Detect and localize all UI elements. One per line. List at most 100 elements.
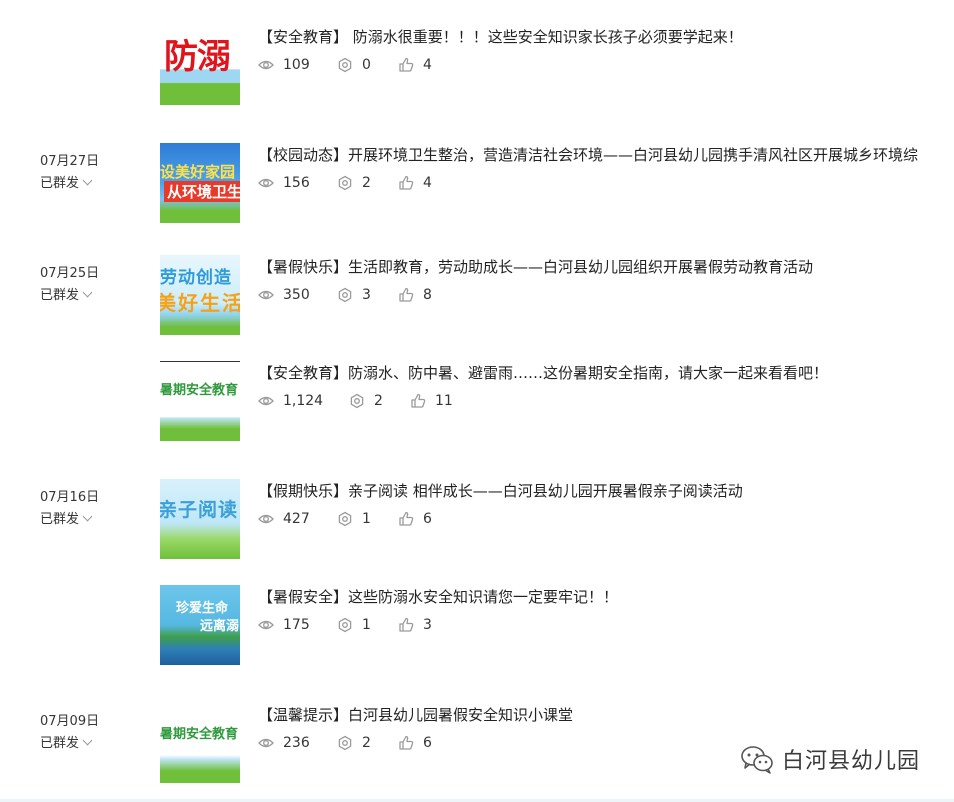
chevron-down-icon — [82, 511, 93, 522]
article-row: 防溺 【安全教育】 防溺水很重要！！！这些安全知识家长孩子必须要学起来！ 109… — [0, 25, 954, 107]
publish-date: 07月25日 — [40, 266, 100, 281]
views-count: 236 — [283, 735, 310, 751]
views-stat: 236 — [258, 734, 310, 752]
likes-count: 11 — [435, 393, 453, 409]
likes-stat: 3 — [398, 616, 432, 634]
thumbs-up-icon — [399, 511, 414, 526]
article-title[interactable]: 【校园动态】开展环境卫生整治，营造清洁社会环境——白河县幼儿园携手清风社区开展城… — [258, 145, 954, 165]
status-label: 已群发 — [40, 176, 80, 191]
shares-count: 2 — [362, 175, 371, 191]
article-title[interactable]: 【暑假快乐】生活即教育，劳动助成长——白河县幼儿园组织开展暑假劳动教育活动 — [258, 257, 954, 277]
shares-stat: 1 — [337, 510, 371, 528]
eye-icon — [258, 738, 274, 748]
publish-status[interactable]: 已群发 — [40, 175, 93, 193]
publish-status[interactable]: 已群发 — [40, 735, 93, 753]
views-count: 156 — [283, 175, 310, 191]
views-stat: 427 — [258, 510, 310, 528]
status-label: 已群发 — [40, 288, 80, 303]
likes-stat: 8 — [398, 286, 432, 304]
shares-count: 3 — [362, 287, 371, 303]
account-brand[interactable]: 白河县幼儿园 — [740, 743, 920, 775]
thumbs-up-icon — [399, 617, 414, 632]
thumbnail-title: 设美好家园 — [160, 163, 236, 181]
thumbs-up-icon — [399, 57, 414, 72]
thumbs-up-icon — [411, 393, 426, 408]
thumbs-up-icon — [399, 287, 414, 302]
views-count: 427 — [283, 511, 310, 527]
chevron-down-icon — [82, 175, 93, 186]
article-thumbnail[interactable]: 暑期安全教育 — [160, 703, 240, 783]
article-thumbnail[interactable]: 暑期安全教育 — [160, 361, 240, 441]
eye-icon — [258, 60, 274, 70]
account-name: 白河县幼儿园 — [782, 749, 921, 774]
article-thumbnail[interactable]: 设美好家园 从环境卫生做 — [160, 143, 240, 223]
chevron-down-icon — [82, 735, 93, 746]
article-thumbnail[interactable]: 劳动创造 美好生活 — [160, 255, 240, 335]
views-count: 1,124 — [283, 393, 324, 409]
article-row: 07月25日 已群发 劳动创造 美好生活 【暑假快乐】生活即教育，劳动助成长——… — [0, 255, 954, 337]
thumbnail-subtitle: 美好生活 — [160, 291, 240, 315]
status-label: 已群发 — [40, 736, 80, 751]
likes-stat: 6 — [398, 510, 432, 528]
thumbnail-title: 防溺 — [164, 37, 231, 77]
shares-count: 0 — [362, 57, 371, 73]
shares-count: 1 — [362, 617, 371, 633]
article-title[interactable]: 【温馨提示】白河县幼儿园暑假安全知识小课堂 — [258, 705, 954, 725]
likes-count: 4 — [423, 57, 432, 73]
shares-stat: 2 — [349, 392, 383, 410]
thumbs-up-icon — [399, 175, 414, 190]
thumbnail-title: 暑期安全教育 — [160, 383, 239, 398]
publish-date: 07月09日 — [40, 714, 100, 729]
share-icon — [338, 175, 352, 191]
thumbnail-subtitle: 远离溺 — [200, 619, 240, 634]
views-count: 175 — [283, 617, 310, 633]
share-icon — [338, 617, 352, 633]
eye-icon — [258, 178, 274, 188]
eye-icon — [258, 290, 274, 300]
likes-count: 6 — [423, 735, 432, 751]
views-stat: 175 — [258, 616, 310, 634]
publish-status[interactable]: 已群发 — [40, 511, 93, 529]
likes-count: 8 — [423, 287, 432, 303]
views-stat: 350 — [258, 286, 310, 304]
shares-stat: 0 — [337, 56, 371, 74]
views-count: 109 — [283, 57, 310, 73]
article-title[interactable]: 【安全教育】 防溺水很重要！！！这些安全知识家长孩子必须要学起来！ — [258, 27, 954, 47]
eye-icon — [258, 620, 274, 630]
shares-stat: 3 — [337, 286, 371, 304]
shares-stat: 2 — [337, 734, 371, 752]
wechat-icon — [741, 746, 773, 774]
thumbnail-title: 珍爱生命 — [176, 601, 229, 616]
eye-icon — [258, 396, 274, 406]
thumbnail-title: 劳动创造 — [160, 268, 232, 288]
likes-stat: 4 — [398, 56, 432, 74]
article-row: 07月16日 已群发 亲子阅读 【假期快乐】亲子阅读 相伴成长——白河县幼儿园开… — [0, 479, 954, 561]
likes-stat: 6 — [398, 734, 432, 752]
article-thumbnail[interactable]: 防溺 — [160, 25, 240, 105]
article-row: 珍爱生命 远离溺 【暑假安全】这些防溺水安全知识请您一定要牢记！！ 175 1 … — [0, 585, 954, 667]
shares-stat: 2 — [337, 174, 371, 192]
article-title[interactable]: 【安全教育】防溺水、防中暑、避雷雨……这份暑期安全指南，请大家一起来看看吧！ — [258, 363, 954, 383]
publish-status[interactable]: 已群发 — [40, 287, 93, 305]
article-row: 暑期安全教育 【安全教育】防溺水、防中暑、避雷雨……这份暑期安全指南，请大家一起… — [0, 361, 954, 443]
likes-count: 3 — [423, 617, 432, 633]
shares-count: 2 — [362, 735, 371, 751]
views-stat: 156 — [258, 174, 310, 192]
thumbs-up-icon — [399, 735, 414, 750]
article-title[interactable]: 【暑假安全】这些防溺水安全知识请您一定要牢记！！ — [258, 587, 954, 607]
share-icon — [350, 393, 364, 409]
shares-count: 1 — [362, 511, 371, 527]
article-title[interactable]: 【假期快乐】亲子阅读 相伴成长——白河县幼儿园开展暑假亲子阅读活动 — [258, 481, 954, 501]
eye-icon — [258, 514, 274, 524]
shares-count: 2 — [374, 393, 383, 409]
share-icon — [338, 57, 352, 73]
publish-date: 07月16日 — [40, 490, 100, 505]
likes-stat: 4 — [398, 174, 432, 192]
article-thumbnail[interactable]: 亲子阅读 — [160, 479, 240, 559]
thumbnail-title: 亲子阅读 — [160, 499, 239, 521]
publish-date: 07月27日 — [40, 154, 100, 169]
article-thumbnail[interactable]: 珍爱生命 远离溺 — [160, 585, 240, 665]
share-icon — [338, 735, 352, 751]
share-icon — [338, 511, 352, 527]
views-count: 350 — [283, 287, 310, 303]
